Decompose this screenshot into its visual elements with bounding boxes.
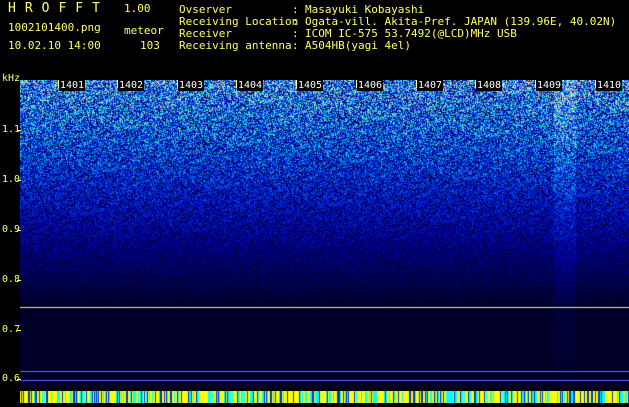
x-tick-label: 1404 [237,80,264,91]
y-tick-mark [17,180,21,181]
signal-level-bar [20,388,629,403]
spectrogram-canvas [20,80,629,388]
x-tick-label: 1403 [178,80,205,91]
date-time: 10.02.10 14:00 [8,39,101,52]
file-name: 1002101400.png [8,21,101,34]
x-tick-label: 1405 [297,80,324,91]
x-tick-label: 1409 [536,80,563,91]
x-tick-label: 1408 [476,80,503,91]
app-title: HROFFT [8,1,109,16]
app-version: 1.00 [124,2,151,15]
info-key: Receiving antenna [179,39,292,52]
station-info: Ovserver: Masayuki Kobayashi Receiving Lo… [179,4,616,52]
mode-label: meteor [124,24,164,37]
header-panel: HROFFT 1.00 1002101400.png meteor 10.02.… [0,0,629,76]
y-tick-mark [17,130,21,131]
info-row-antenna: Receiving antenna: A504HB(yagi 4el) [179,40,616,52]
x-tick-label: 1410 [596,80,623,91]
y-tick-mark [17,379,21,380]
info-separator: : [292,39,299,52]
x-tick-label: 1406 [357,80,384,91]
signal-level-canvas [20,391,629,403]
y-tick-mark [17,330,21,331]
spectrogram-plot [20,80,629,388]
x-tick-label: 1407 [417,80,444,91]
meteor-count: 103 [140,39,160,52]
y-tick-mark [17,280,21,281]
x-tick-label: 1402 [118,80,145,91]
info-value: A504HB(yagi 4el) [305,39,411,52]
y-axis: 1.1 1.0 0.9 0.8 0.7 0.6 [0,80,21,400]
y-tick-mark [17,230,21,231]
x-tick-label: 1401 [59,80,86,91]
